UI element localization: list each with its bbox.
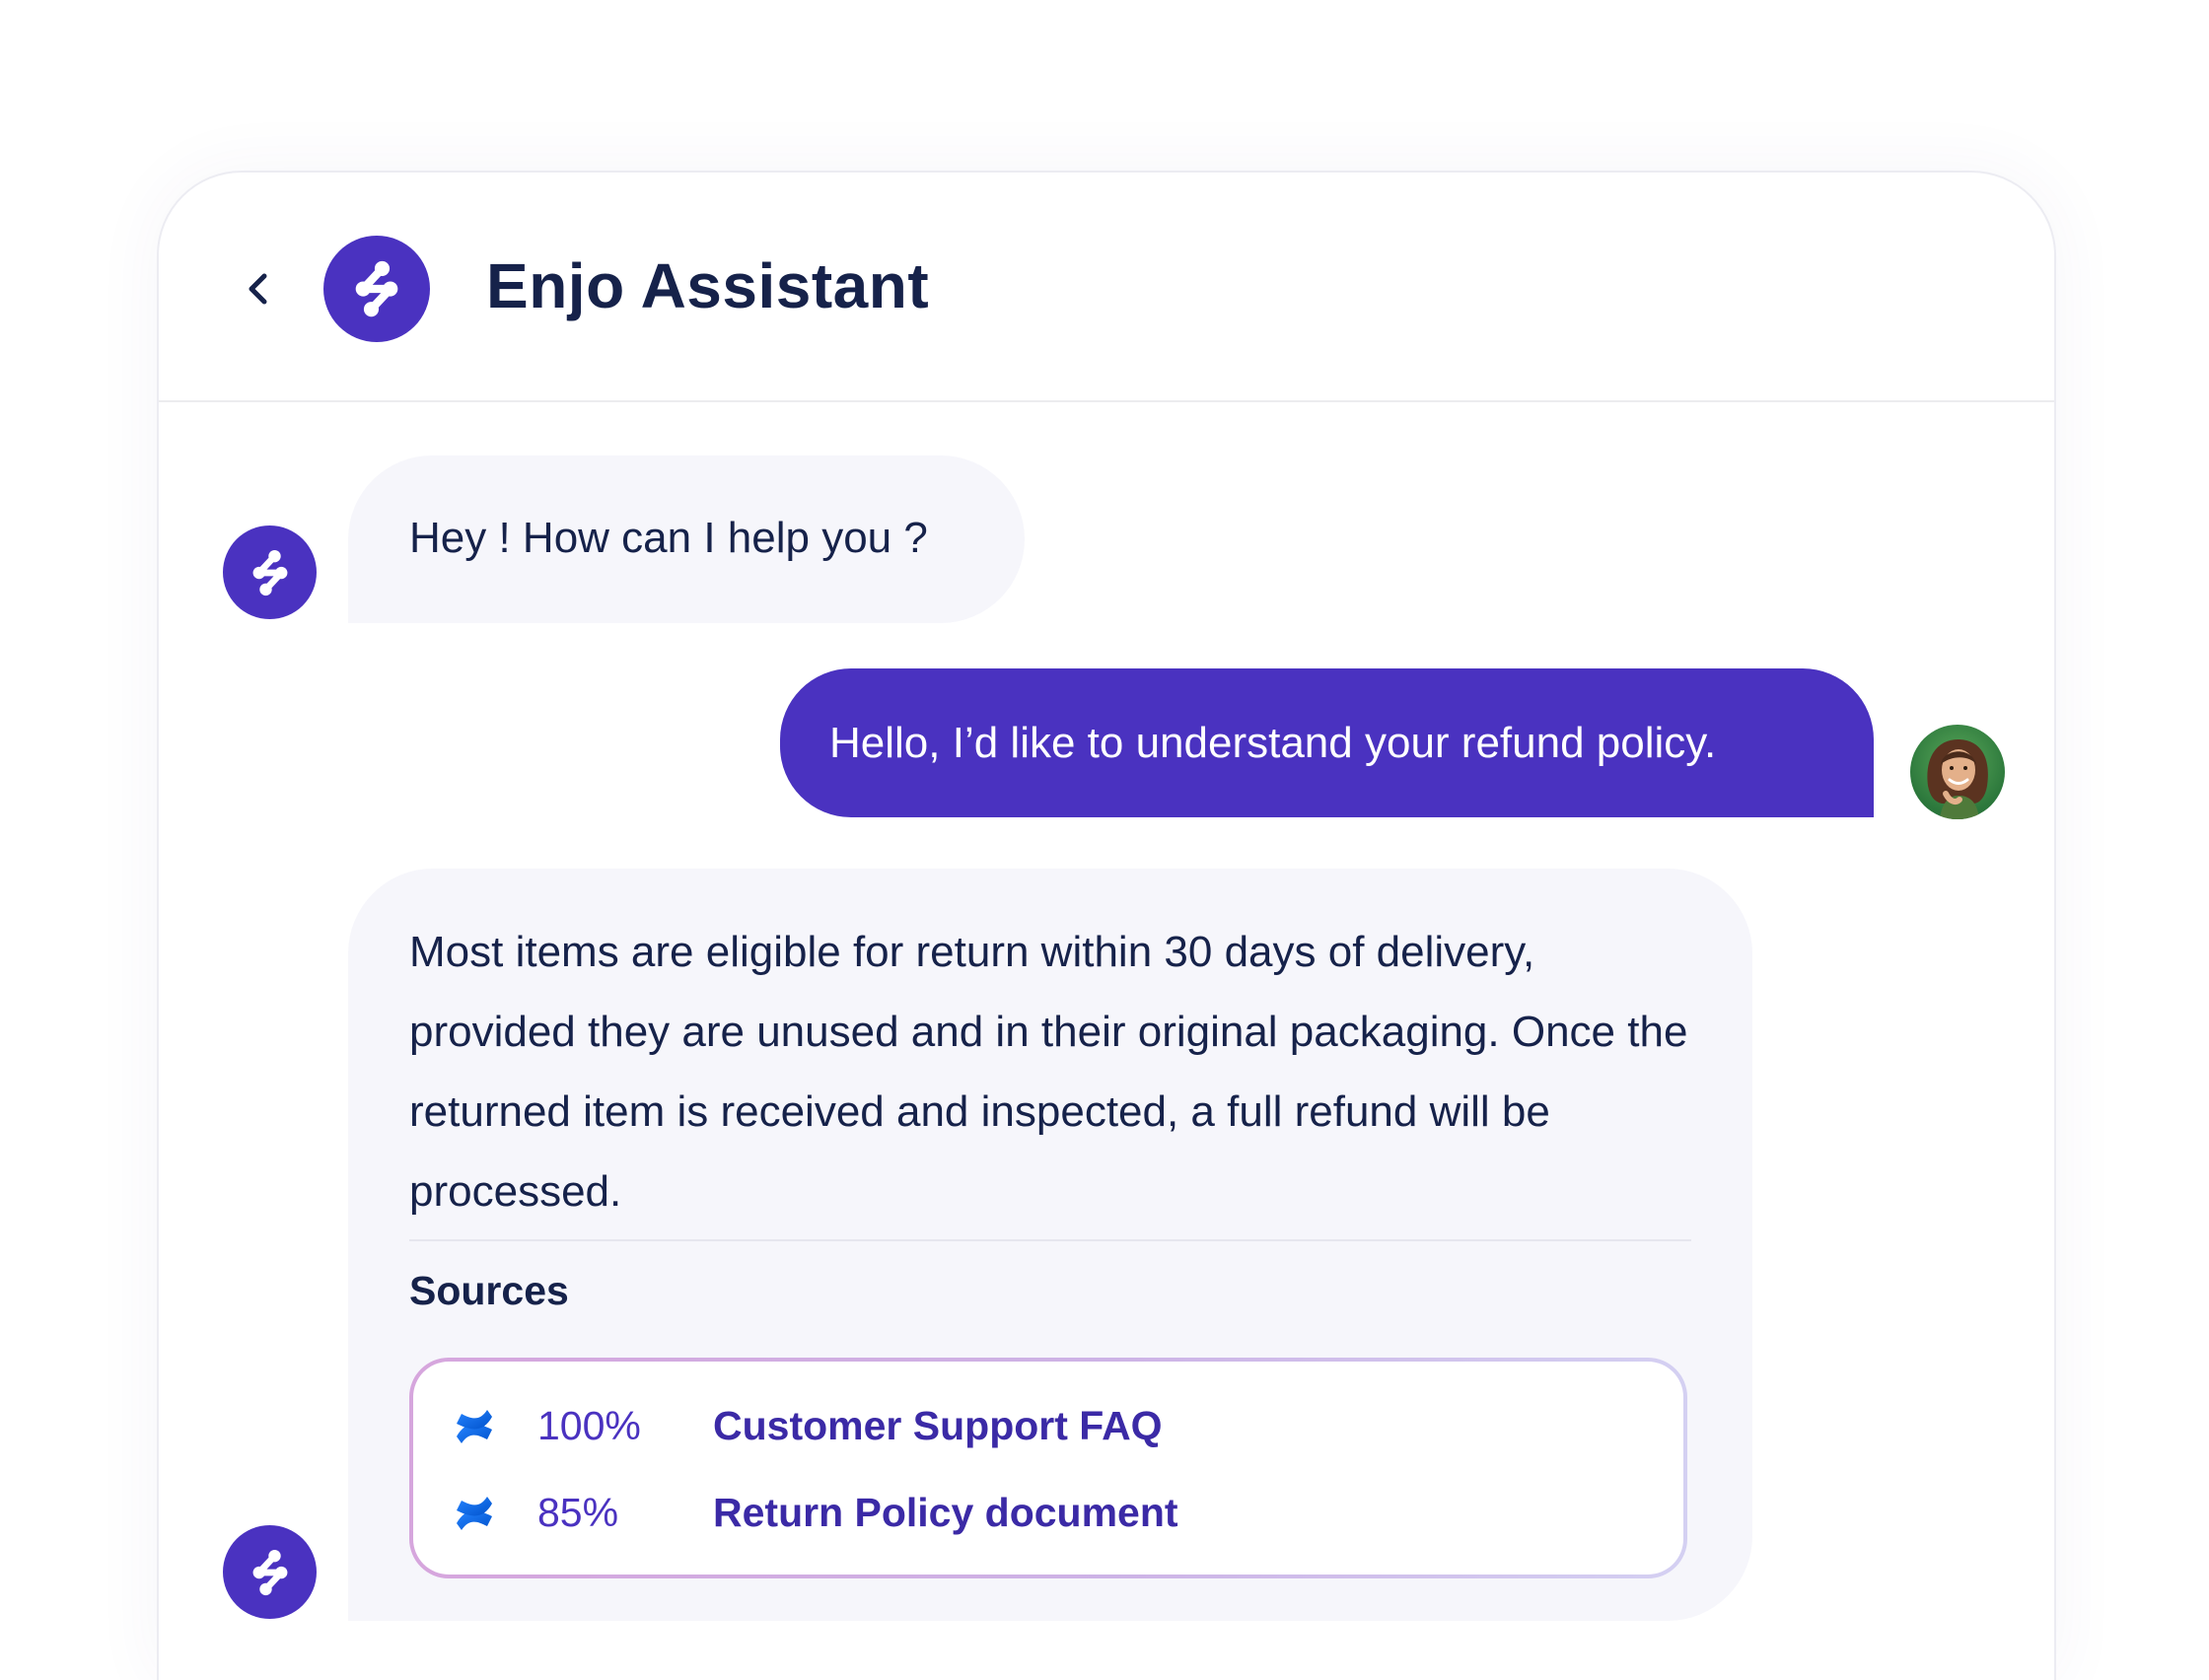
user-message: Hello, I’d like to understand your refun… (780, 668, 1874, 817)
page-title: Enjo Assistant (486, 250, 930, 321)
chat-window: Enjo Assistant Hey ! How can I help you … (157, 171, 2056, 1680)
chat-header: Enjo Assistant (159, 173, 2054, 402)
message-text: Hey ! How can I help you ? (409, 514, 928, 562)
answer-text: Most items are eligible for return withi… (409, 928, 1688, 1216)
bot-avatar (223, 525, 317, 619)
bot-message-answer: Most items are eligible for return withi… (348, 869, 1752, 1621)
divider (409, 1239, 1691, 1241)
sources-label: Sources (409, 1268, 569, 1313)
source-confidence: 85% (537, 1490, 619, 1536)
source-item[interactable]: 85% Return Policy document (449, 1484, 1533, 1543)
source-item[interactable]: 100% Customer Support FAQ (449, 1397, 1533, 1456)
enjo-logo-icon (252, 549, 287, 595)
message-text: Hello, I’d like to understand your refun… (829, 719, 1717, 767)
source-name: Customer Support FAQ (713, 1403, 1163, 1449)
sources-list: 100% Customer Support FAQ 85% Return Pol… (409, 1358, 1687, 1578)
confluence-icon (449, 1488, 500, 1539)
source-name: Return Policy document (713, 1490, 1178, 1536)
user-avatar (1910, 725, 2005, 819)
back-button[interactable] (232, 261, 287, 316)
source-confidence: 100% (537, 1403, 641, 1449)
enjo-logo-icon (355, 260, 398, 317)
bot-message-greeting: Hey ! How can I help you ? (348, 455, 1025, 623)
chevron-left-icon (249, 273, 267, 305)
bot-avatar (223, 1525, 317, 1619)
enjo-logo-icon (252, 1549, 287, 1595)
confluence-icon (449, 1401, 500, 1452)
user-photo-icon (1910, 725, 2005, 819)
assistant-avatar (323, 236, 430, 342)
